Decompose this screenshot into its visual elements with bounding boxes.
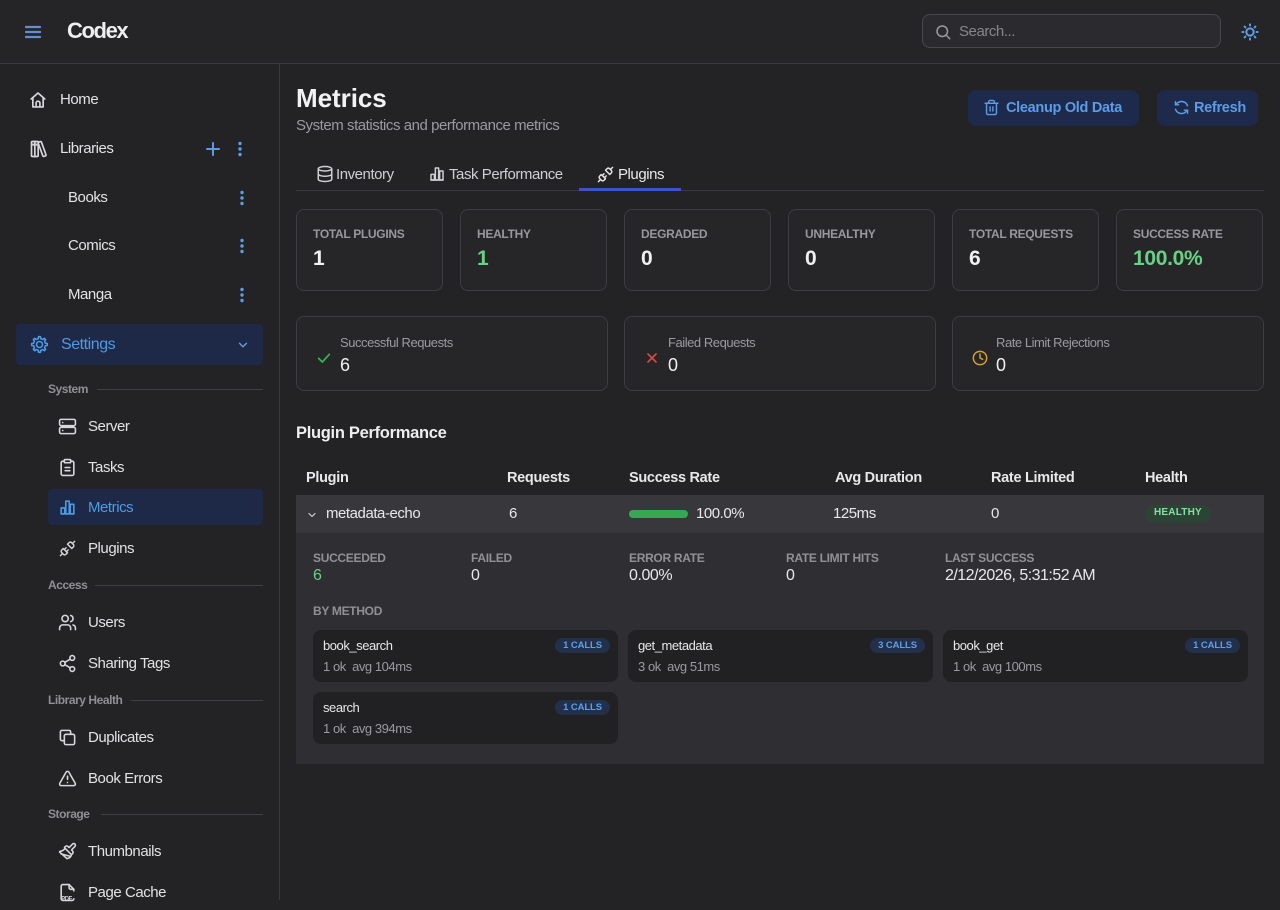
svg-text:PDF: PDF — [61, 896, 73, 902]
